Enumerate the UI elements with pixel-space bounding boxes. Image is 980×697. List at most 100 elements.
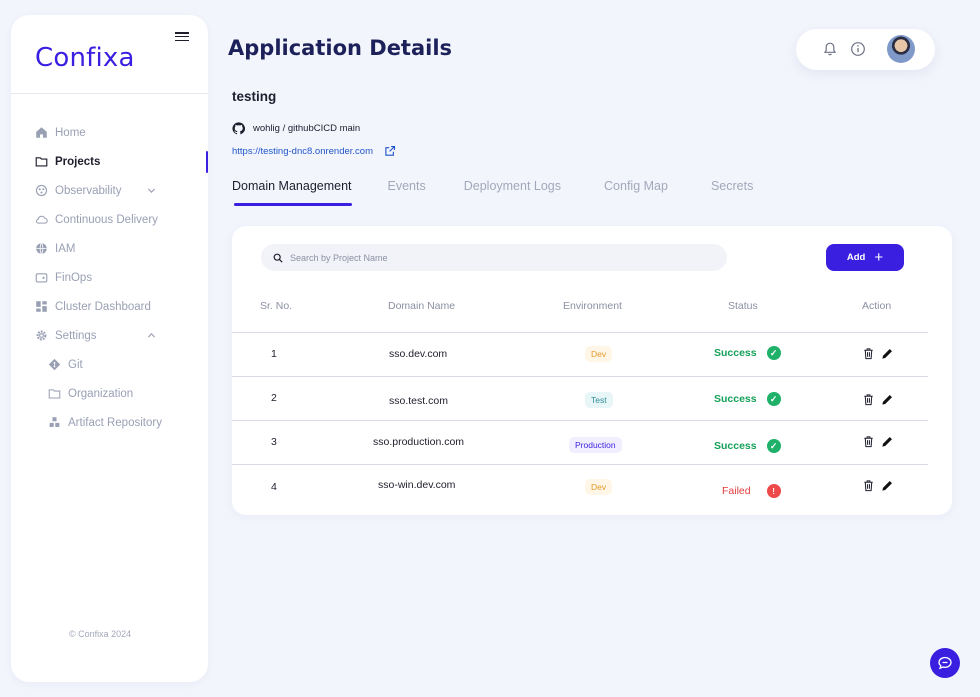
active-indicator xyxy=(205,151,208,173)
header-domain-name: Domain Name xyxy=(388,300,456,312)
domain-management-card: Add + Sr. No. Domain Name Environment St… xyxy=(232,226,952,515)
chevron-up-icon[interactable] xyxy=(147,331,156,340)
table-row: 1 sso.dev.com Dev Success ✓ xyxy=(232,333,928,377)
check-circle-icon: ✓ xyxy=(766,346,781,360)
table-header: Sr. No. Domain Name Environment Status A… xyxy=(232,300,952,314)
sidebar-item-observability[interactable]: Observability xyxy=(11,176,208,205)
cell-domain-name: sso-win.dev.com xyxy=(378,479,456,491)
status-badge: Success ✓ xyxy=(714,392,781,406)
sidebar-item-finops[interactable]: FinOps xyxy=(11,263,208,292)
search-input[interactable] xyxy=(290,252,710,263)
avatar[interactable] xyxy=(887,35,915,63)
sidebar-item-artifact-repository[interactable]: Artifact Repository xyxy=(11,408,208,437)
chevron-down-icon[interactable] xyxy=(147,186,156,195)
trash-icon[interactable] xyxy=(862,393,875,406)
environment-badge: Test xyxy=(585,392,613,408)
sidebar-item-organization[interactable]: Organization xyxy=(11,379,208,408)
cell-sr-no: 3 xyxy=(271,436,277,448)
tab-config-map[interactable]: Config Map xyxy=(604,179,668,201)
sidebar-item-label: Settings xyxy=(55,329,97,342)
sidebar-item-label: Artifact Repository xyxy=(68,416,162,429)
tab-domain-management[interactable]: Domain Management xyxy=(232,179,352,206)
sidebar-item-git[interactable]: Git xyxy=(11,350,208,379)
sidebar-nav: Home Projects Observability Continuous D… xyxy=(11,118,208,437)
home-icon xyxy=(35,126,48,139)
github-icon xyxy=(232,122,245,135)
cell-domain-name: sso.dev.com xyxy=(389,348,448,360)
sidebar-item-label: Git xyxy=(68,358,83,371)
edit-pencil-icon[interactable] xyxy=(881,347,894,360)
trash-icon[interactable] xyxy=(862,435,875,448)
folder-icon xyxy=(35,155,48,168)
observability-icon xyxy=(35,184,48,197)
sidebar-item-label: Organization xyxy=(68,387,134,400)
chat-bubble-icon xyxy=(938,656,952,670)
sidebar-item-iam[interactable]: IAM xyxy=(11,234,208,263)
copyright-text: © Confixa 2024 xyxy=(69,629,132,639)
repository-text: wohlig / githubCICD main xyxy=(253,123,361,134)
sidebar-item-continuous-delivery[interactable]: Continuous Delivery xyxy=(11,205,208,234)
search-box xyxy=(261,244,727,271)
globe-icon xyxy=(35,242,48,255)
search-icon xyxy=(273,253,283,263)
cloud-icon xyxy=(35,213,48,226)
add-button[interactable]: Add + xyxy=(826,244,904,271)
tab-bar: Domain Management Events Deployment Logs… xyxy=(232,179,753,206)
tab-events[interactable]: Events xyxy=(388,179,426,201)
sidebar-item-projects[interactable]: Projects xyxy=(11,147,208,176)
info-icon[interactable] xyxy=(850,41,866,57)
status-badge: Success ✓ xyxy=(714,439,781,453)
table-row: 2 sso.test.com Test Success ✓ xyxy=(232,377,928,421)
dashboard-icon xyxy=(35,300,48,313)
environment-badge: Dev xyxy=(585,479,613,495)
table-row: 4 sso-win.dev.com Dev Failed ! xyxy=(232,465,928,509)
sidebar-item-cluster-dashboard[interactable]: Cluster Dashboard xyxy=(11,292,208,321)
check-circle-icon: ✓ xyxy=(766,392,781,406)
page-title: Application Details xyxy=(228,36,453,60)
cell-sr-no: 2 xyxy=(271,392,277,404)
wallet-icon xyxy=(35,271,48,284)
sidebar-divider xyxy=(11,93,208,94)
header-environment: Environment xyxy=(563,300,622,312)
row-actions xyxy=(862,479,894,492)
status-text: Success xyxy=(714,440,757,452)
edit-pencil-icon[interactable] xyxy=(881,393,894,406)
plus-icon: + xyxy=(874,249,884,266)
cell-sr-no: 4 xyxy=(271,481,277,493)
bell-icon[interactable] xyxy=(822,41,838,57)
add-button-label: Add xyxy=(846,252,866,263)
sidebar-item-label: FinOps xyxy=(55,271,93,284)
external-link-icon[interactable] xyxy=(384,145,396,157)
application-name: testing xyxy=(232,89,277,104)
sidebar-item-settings[interactable]: Settings xyxy=(11,321,208,350)
sidebar-item-home[interactable]: Home xyxy=(11,118,208,147)
trash-icon[interactable] xyxy=(862,347,875,360)
cell-domain-name: sso.test.com xyxy=(389,395,448,407)
confixa-logo[interactable]: Confixa xyxy=(35,43,135,73)
status-badge: Failed ! xyxy=(722,484,781,498)
row-actions xyxy=(862,435,894,448)
chat-support-button[interactable] xyxy=(930,648,960,678)
check-circle-icon: ✓ xyxy=(766,439,781,453)
edit-pencil-icon[interactable] xyxy=(881,479,894,492)
header-status: Status xyxy=(728,300,758,312)
tab-deployment-logs[interactable]: Deployment Logs xyxy=(464,179,561,201)
git-icon xyxy=(48,358,61,371)
sidebar-item-label: Home xyxy=(55,126,86,139)
row-actions xyxy=(862,393,894,406)
hamburger-menu-icon[interactable] xyxy=(175,32,189,44)
edit-pencil-icon[interactable] xyxy=(881,435,894,448)
trash-icon[interactable] xyxy=(862,479,875,492)
app-url-link[interactable]: https://testing-dnc8.onrender.com xyxy=(232,146,373,157)
sidebar-item-label: Cluster Dashboard xyxy=(55,300,151,313)
gear-icon xyxy=(35,329,48,342)
status-text: Success xyxy=(714,393,757,405)
table-row: 3 sso.production.com Production Success … xyxy=(232,421,928,465)
tab-secrets[interactable]: Secrets xyxy=(711,179,753,201)
sidebar-item-label: Projects xyxy=(55,155,101,168)
error-circle-icon: ! xyxy=(766,484,781,498)
folder-icon xyxy=(48,387,61,400)
sidebar-item-label: Observability xyxy=(55,184,122,197)
top-actions-bar xyxy=(796,29,935,70)
environment-badge: Production xyxy=(569,437,622,453)
